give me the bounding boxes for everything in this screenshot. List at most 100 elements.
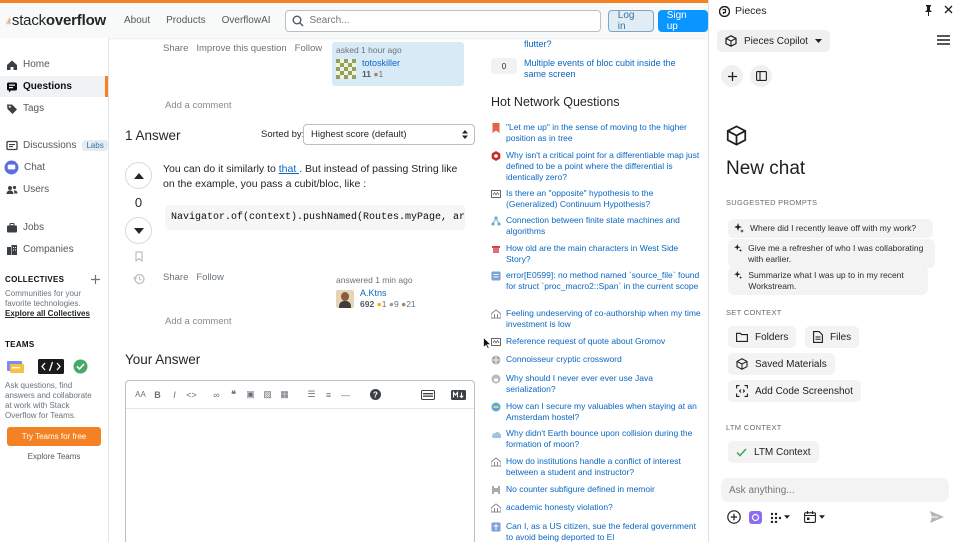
hnq-link[interactable]: Why should I never ever ever use Java se…: [506, 373, 701, 395]
hnq-item[interactable]: "Let me up" in the sense of moving to th…: [491, 122, 701, 144]
hnq-link[interactable]: academic honesty violation?: [506, 502, 613, 513]
nav-overflowai[interactable]: OverflowAI: [214, 15, 279, 26]
hnq-item[interactable]: error[E0599]: no method named `source_fi…: [491, 270, 701, 292]
answerer-avatar[interactable]: [336, 289, 354, 308]
ask-box[interactable]: [721, 478, 949, 502]
add-comment-link[interactable]: Add a comment: [165, 316, 232, 327]
hnq-item[interactable]: Why didn't Earth bounce upon collision d…: [491, 428, 701, 450]
hnq-item[interactable]: How do institutions handle a conflict of…: [491, 456, 701, 478]
hamburger-menu-icon[interactable]: [937, 35, 950, 45]
ltm-context-button[interactable]: LTM Context: [728, 441, 819, 463]
table-icon[interactable]: ▦: [278, 389, 291, 400]
close-icon[interactable]: [944, 5, 953, 14]
try-teams-button[interactable]: Try Teams for free: [7, 427, 101, 446]
bold-icon[interactable]: B: [151, 390, 164, 400]
search-input[interactable]: [309, 15, 600, 26]
hnq-item[interactable]: Why isn't a critical point for a differe…: [491, 150, 701, 183]
improve-question-link[interactable]: Improve this question: [196, 43, 286, 54]
sidebar-item-home[interactable]: Home: [0, 54, 108, 75]
hnq-item[interactable]: How can I secure my valuables when stayi…: [491, 401, 701, 423]
downvote-button[interactable]: [125, 217, 152, 244]
chat-mode-selector[interactable]: [770, 512, 790, 523]
share-link[interactable]: Share: [163, 272, 188, 283]
hnq-item[interactable]: Why should I never ever ever use Java se…: [491, 373, 701, 395]
hnq-item[interactable]: No counter subfigure defined in memoir: [491, 484, 701, 495]
sidebar-item-discussions[interactable]: Discussions Labs: [0, 135, 108, 156]
sidebar-item-users[interactable]: Users: [0, 179, 108, 200]
horizontal-rule-icon[interactable]: —: [339, 390, 352, 400]
hnq-item[interactable]: Connoisseur cryptic crossword: [491, 354, 701, 365]
nav-about[interactable]: About: [116, 15, 158, 26]
hnq-link[interactable]: "Let me up" in the sense of moving to th…: [506, 122, 701, 144]
nav-products[interactable]: Products: [158, 15, 213, 26]
send-icon[interactable]: [930, 511, 944, 523]
sidebar-item-questions[interactable]: Questions: [0, 76, 108, 97]
related-title[interactable]: flutter?: [524, 39, 552, 50]
hnq-link[interactable]: How can I secure my valuables when stayi…: [506, 401, 701, 423]
hnq-item[interactable]: Can I, as a US citizen, sue the federal …: [491, 521, 701, 542]
hnq-item[interactable]: Connection between finite state machines…: [491, 215, 701, 237]
answer-editor[interactable]: AA B I <> ∞ ❝ ▣ ▨ ▦ ☰ ≡ — ?: [125, 380, 475, 542]
explore-teams-link[interactable]: Explore Teams: [0, 452, 108, 461]
hnq-item[interactable]: academic honesty violation?: [491, 502, 701, 513]
code-icon[interactable]: <>: [185, 390, 198, 400]
so-logo[interactable]: stackoverflow: [6, 12, 106, 30]
hnq-link[interactable]: Connoisseur cryptic crossword: [506, 354, 622, 365]
folders-button[interactable]: Folders: [728, 326, 797, 348]
hnq-link[interactable]: No counter subfigure defined in memoir: [506, 484, 655, 495]
blockquote-icon[interactable]: ❝: [227, 389, 240, 400]
bookmark-icon[interactable]: [135, 251, 143, 262]
related-item[interactable]: flutter?: [491, 39, 552, 50]
sidebar-item-tags[interactable]: Tags: [0, 98, 108, 119]
files-button[interactable]: Files: [805, 326, 860, 348]
sidebar-item-companies[interactable]: Companies: [0, 239, 108, 260]
signup-button[interactable]: Sign up: [657, 9, 708, 32]
hnq-link[interactable]: Can I, as a US citizen, sue the federal …: [506, 521, 701, 542]
answer-link[interactable]: that: [279, 163, 299, 175]
hnq-item[interactable]: Is there an "opposite" hypothesis to the…: [491, 188, 701, 210]
login-button[interactable]: Log in: [607, 9, 654, 32]
saved-materials-button[interactable]: Saved Materials: [728, 353, 835, 375]
hnq-link[interactable]: Is there an "opposite" hypothesis to the…: [506, 188, 701, 210]
search-box[interactable]: [284, 9, 601, 32]
sidebar-item-jobs[interactable]: Jobs: [0, 217, 108, 238]
hnq-item[interactable]: Reference request of quote about Gromov: [491, 336, 701, 347]
italic-icon[interactable]: I: [168, 390, 181, 400]
hnq-link[interactable]: Feeling undeserving of co-authorship whe…: [506, 308, 701, 330]
markdown-mode-icon[interactable]: [451, 389, 466, 400]
add-comment-link[interactable]: Add a comment: [165, 100, 232, 111]
hnq-link[interactable]: How old are the main characters in West …: [506, 243, 701, 265]
follow-link[interactable]: Follow: [295, 43, 322, 54]
copilot-selector[interactable]: Pieces Copilot: [717, 30, 830, 52]
hnq-item[interactable]: How old are the main characters in West …: [491, 243, 701, 265]
plus-icon[interactable]: [91, 275, 100, 284]
hnq-link[interactable]: Connection between finite state machines…: [506, 215, 701, 237]
hnq-item[interactable]: Feeling undeserving of co-authorship whe…: [491, 308, 701, 330]
new-chat-button[interactable]: [721, 65, 743, 87]
upvote-button[interactable]: [125, 162, 152, 189]
numbered-list-icon[interactable]: ☰: [305, 389, 318, 400]
snippet-icon[interactable]: ▣: [244, 389, 257, 400]
sort-select[interactable]: Highest score (default): [303, 124, 475, 145]
follow-link[interactable]: Follow: [196, 272, 223, 283]
related-item[interactable]: 0 Multiple events of bloc cubit inside t…: [491, 58, 684, 80]
add-code-screenshot-button[interactable]: Add Code Screenshot: [728, 380, 861, 402]
pin-icon[interactable]: [924, 5, 933, 16]
bullet-list-icon[interactable]: ≡: [322, 390, 335, 400]
sidebar-item-chat[interactable]: Chat: [0, 157, 108, 178]
history-icon[interactable]: [133, 273, 145, 285]
help-icon[interactable]: ?: [370, 389, 381, 400]
add-context-icon[interactable]: [727, 510, 741, 524]
suggested-prompt[interactable]: Where did I recently leave off with my w…: [728, 219, 933, 238]
toggle-sidebar-button[interactable]: [750, 65, 772, 87]
hnq-link[interactable]: Reference request of quote about Gromov: [506, 336, 665, 347]
image-icon[interactable]: ▨: [261, 389, 274, 400]
link-icon[interactable]: ∞: [210, 390, 223, 400]
time-range-selector[interactable]: [804, 511, 825, 523]
suggested-prompt[interactable]: Summarize what I was up to in my recent …: [728, 266, 928, 295]
heading-icon[interactable]: AA: [134, 390, 147, 399]
answerer-name[interactable]: A.Ktns: [360, 288, 416, 298]
ask-input[interactable]: [729, 484, 929, 496]
explore-collectives-link[interactable]: Explore all Collectives: [0, 309, 108, 318]
share-link[interactable]: Share: [163, 43, 188, 54]
